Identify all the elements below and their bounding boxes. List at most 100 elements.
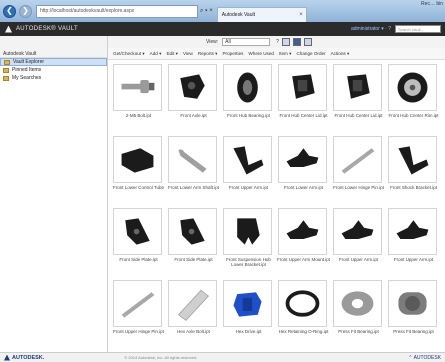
toolbar-action-5[interactable]: Properties: [222, 51, 243, 56]
file-tile[interactable]: Front Hub Center Lid.ipt: [330, 62, 387, 129]
sidebar-item-label: My Searches: [12, 75, 42, 81]
footer-brand: AUTODESK.: [12, 354, 45, 361]
bracket-icon: [223, 136, 272, 183]
file-tile[interactable]: Front Shock Bracket.ipt: [385, 134, 442, 201]
folder-icon: [3, 67, 9, 73]
file-tile[interactable]: Press Fit Bearing.ipt: [385, 278, 442, 345]
cylinder-icon: [388, 280, 437, 327]
bolt-icon: [113, 64, 162, 111]
file-name: Front Hub Center Lid.ipt: [334, 113, 383, 118]
file-name: Front Side Plate.ipt: [119, 257, 158, 262]
toolbar-action-8[interactable]: Change Order: [296, 51, 325, 56]
toolbar-action-0[interactable]: Get/Checkout ▾: [113, 51, 145, 57]
toolbar-action-2[interactable]: Edit ▾: [166, 51, 178, 57]
view-label: View:: [206, 39, 219, 45]
address-bar[interactable]: http://localhost/autodeskvault/explore.a…: [36, 4, 198, 18]
plate-icon: [168, 208, 217, 255]
file-tile[interactable]: Hex Retaining O-Ring.ipt: [275, 278, 332, 345]
tab-title: Autodesk Vault: [221, 12, 255, 18]
file-tile[interactable]: Front Lower Control Tube: [110, 134, 167, 201]
file-name: Hex Retaining O-Ring.ipt: [278, 329, 329, 334]
browser-toolbar: ❮ ❯ http://localhost/autodeskvault/explo…: [0, 0, 445, 22]
forward-arrow-icon: ❯: [22, 6, 29, 15]
app-window: ❮ ❯ http://localhost/autodeskvault/explo…: [0, 0, 445, 362]
file-tile[interactable]: Front Upper Arm.ipt: [330, 206, 387, 273]
user-menu[interactable]: administrator ▾ · ?: [351, 26, 391, 32]
file-tile[interactable]: Front Lower Arm.ipt: [275, 134, 332, 201]
desktop-icon-label: Rec… bin: [421, 1, 443, 7]
arm-icon: [388, 208, 437, 255]
arm-icon: [278, 208, 327, 255]
arm-icon: [333, 208, 382, 255]
file-name: Front Lower Arm.ipt: [283, 185, 324, 190]
file-tile[interactable]: Front Lower Arm Shaft.ipt: [165, 134, 222, 201]
file-tile[interactable]: Front Side Plate.ipt: [165, 206, 222, 273]
detail-view-icon[interactable]: [303, 38, 312, 46]
back-button[interactable]: ❮: [3, 4, 16, 18]
file-name: Hex Axle Bolt.ipt: [177, 329, 210, 334]
file-tile[interactable]: Front Hub Center Rim.ipt: [385, 62, 442, 129]
view-toolbar: View: All ?: [108, 36, 445, 48]
file-name: Front Lower Arm Shaft.ipt: [167, 185, 220, 190]
pin-icon: [333, 136, 382, 183]
thumbnail-view-icon[interactable]: [292, 38, 301, 46]
toolbar-action-9[interactable]: Actions ▾: [331, 51, 350, 57]
toolbar-action-1[interactable]: Add ▾: [150, 51, 162, 57]
axle-icon: [168, 64, 217, 111]
file-tile[interactable]: Front Hub Center Lid.ipt: [275, 62, 332, 129]
footer: AUTODESK. © 2014 Autodesk, Inc. All righ…: [0, 352, 445, 362]
help-button[interactable]: ?: [276, 39, 279, 45]
file-tile[interactable]: Front Side Plate.ipt: [110, 206, 167, 273]
file-name: Front Shock Bracket.ipt: [390, 185, 437, 190]
view-select[interactable]: All: [222, 38, 271, 46]
app-title: AUTODESK® VAULT: [16, 26, 78, 32]
sidebar-header: Autodesk Vault: [0, 36, 107, 58]
sidebar: Autodesk Vault Vault Explorer Pinned Ite…: [0, 36, 108, 352]
back-arrow-icon: ❮: [6, 6, 13, 15]
file-tile[interactable]: Hex Drive.ipt: [220, 278, 277, 345]
sidebar-item-vault-explorer[interactable]: Vault Explorer: [0, 58, 107, 66]
autodesk-logo-icon: [5, 25, 12, 33]
address-url: http://localhost/autodeskvault/explore.a…: [40, 8, 135, 14]
file-tile[interactable]: Front Upper Hinge Pin.ipt: [110, 278, 167, 345]
file-tile[interactable]: Front Lower Hinge Pin.ipt: [330, 134, 387, 201]
action-toolbar: Get/Checkout ▾ Add ▾ Edit ▾ View Reports…: [108, 48, 445, 60]
address-controls[interactable]: ⌕ ▾ ×: [200, 8, 213, 15]
file-tile[interactable]: Front Upper Arm.ipt: [385, 206, 442, 273]
file-tile[interactable]: Front Upper Arm Mount.ipt: [275, 206, 332, 273]
file-tile[interactable]: Front Hub Bearing.ipt: [220, 62, 277, 129]
toolbar-action-4[interactable]: Reports ▾: [198, 51, 218, 57]
toolbar-action-3[interactable]: View: [183, 51, 193, 56]
file-tile[interactable]: Front Suspension Hub Lower Bracket.ipt: [220, 206, 277, 273]
file-name: Front Lower Hinge Pin.ipt: [333, 185, 384, 190]
file-tile[interactable]: Front Upper Arm.ipt: [220, 134, 277, 201]
toolbar-action-7[interactable]: Item ▾: [279, 51, 292, 57]
toolbar-action-6[interactable]: Where Used: [248, 51, 274, 56]
file-tile[interactable]: Front Axle.ipt: [165, 62, 222, 129]
file-name: Hex Drive.ipt: [235, 329, 262, 334]
sidebar-item-searches[interactable]: My Searches: [0, 74, 107, 82]
bracket-icon: [388, 136, 437, 183]
search-input[interactable]: Search Vault...: [395, 25, 441, 33]
list-view-icon[interactable]: [281, 38, 290, 46]
washer-icon: [333, 280, 382, 327]
sidebar-item-label: Vault Explorer: [13, 59, 45, 65]
file-tile[interactable]: 2-M5 Bolt.ipt: [110, 62, 167, 129]
file-name: Front Upper Arm.ipt: [393, 257, 434, 262]
pin-icon: [113, 280, 162, 327]
folder-icon: [3, 75, 9, 81]
file-tile[interactable]: Press Fit Bearing.ipt: [330, 278, 387, 345]
browser-tab[interactable]: Autodesk Vault ×: [216, 7, 307, 22]
file-tile[interactable]: Hex Axle Bolt.ipt: [165, 278, 222, 345]
app-header: AUTODESK® VAULT administrator ▾ · ? Sear…: [0, 22, 445, 36]
wheel-icon: [388, 64, 437, 111]
tab-close-icon[interactable]: ×: [299, 12, 303, 18]
rod-icon: [168, 136, 217, 183]
sidebar-item-pinned[interactable]: Pinned Items: [0, 66, 107, 74]
file-name: Front Upper Arm.ipt: [338, 257, 379, 262]
file-name: Front Upper Hinge Pin.ipt: [113, 329, 164, 334]
arm-icon: [278, 136, 327, 183]
footer-autodesk-link[interactable]: ⌃ AUTODESK: [408, 355, 441, 361]
forward-button[interactable]: ❯: [19, 4, 32, 18]
file-name: Front Upper Arm.ipt: [228, 185, 269, 190]
